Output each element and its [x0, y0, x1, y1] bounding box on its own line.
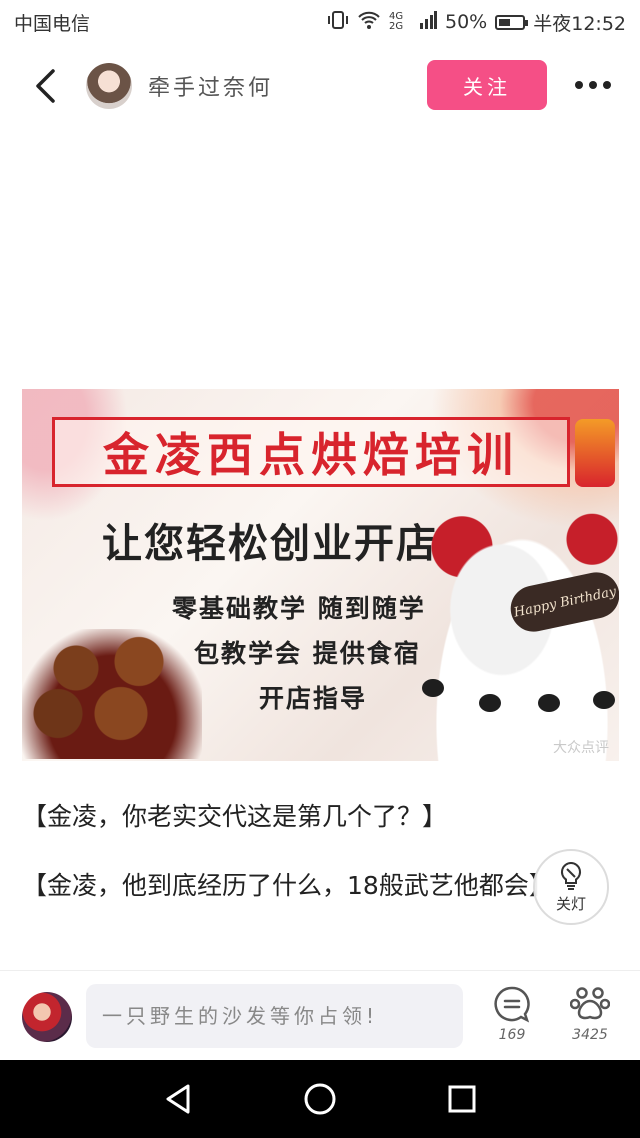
lights-off-button[interactable]: 关灯 [533, 849, 609, 925]
triangle-back-icon [166, 1084, 190, 1114]
cake-decoration [422, 679, 444, 697]
cake-decoration [479, 694, 501, 712]
brand-logo-icon [575, 419, 615, 487]
banner-line: 包教学会 提供食宿 [194, 639, 421, 668]
wifi-icon [357, 10, 381, 35]
author-avatar[interactable] [86, 63, 132, 109]
carrier-label: 中国电信 [14, 12, 91, 35]
post-image[interactable]: 金凌西点烘焙培训 让您轻松创业开店 零基础教学 随到随学 包教学会 提供食宿 开… [22, 389, 619, 761]
cake-image [422, 509, 619, 761]
paw-icon [570, 987, 610, 1020]
comment-input[interactable] [86, 984, 463, 1048]
chevron-left-icon [36, 69, 55, 103]
cake-decoration [593, 691, 615, 709]
comments-button[interactable]: 169 [482, 985, 542, 1055]
image-watermark: 大众点评 [553, 740, 609, 756]
banner-line: 零基础教学 随到随学 [172, 594, 426, 623]
circle-home-icon [304, 1083, 336, 1115]
like-count: 3425 [572, 1027, 608, 1043]
battery-level [499, 18, 511, 26]
more-dot-icon [575, 81, 583, 89]
nav-back-button[interactable] [158, 1079, 198, 1119]
network-type-label: 4G 2G [389, 11, 404, 32]
banner-line: 开店指导 [259, 684, 368, 713]
battery-percent: 50% [445, 11, 488, 33]
user-avatar[interactable] [22, 992, 72, 1042]
banner-title-frame: 金凌西点烘焙培训 [52, 417, 570, 487]
status-icons: 4G 2G 50% 半夜12:52 [327, 9, 626, 36]
cake-decoration [538, 694, 560, 712]
comment-count: 169 [498, 1027, 526, 1043]
more-options-button[interactable] [568, 65, 618, 105]
comment-bubble-icon [494, 986, 530, 1023]
vibrate-icon [327, 10, 349, 35]
comment-bar: 169 3425 [0, 970, 640, 1061]
lightbulb-icon [560, 861, 582, 890]
square-recents-icon [448, 1085, 476, 1113]
post-paragraph: 【金凌，他到底经历了什么，18般武艺他都会】 [22, 871, 554, 900]
clock: 半夜12:52 [533, 12, 626, 35]
banner-title: 金凌西点烘焙培训 [103, 428, 519, 482]
follow-button[interactable]: 关注 [427, 60, 547, 110]
more-dot-icon [589, 81, 597, 89]
status-bar: 中国电信 4G 2G 50% 半夜12:52 [0, 0, 640, 44]
signal-icon [419, 10, 437, 34]
author-name[interactable]: 牵手过奈何 [148, 70, 273, 102]
battery-icon [495, 14, 529, 30]
back-button[interactable] [16, 56, 76, 116]
post-paragraph: 【金凌，你老实交代这是第几个了？】 [22, 802, 448, 831]
nav-home-button[interactable] [300, 1079, 340, 1119]
system-nav-bar [0, 1060, 640, 1138]
chocolate-plate-image [22, 629, 202, 759]
post-header: 牵手过奈何 关注 [0, 48, 640, 124]
lights-off-label: 关灯 [555, 894, 586, 913]
banner-subtitle: 让您轻松创业开店 [102, 521, 438, 567]
more-dot-icon [603, 81, 611, 89]
like-button[interactable]: 3425 [560, 985, 620, 1055]
nav-recents-button[interactable] [442, 1079, 482, 1119]
